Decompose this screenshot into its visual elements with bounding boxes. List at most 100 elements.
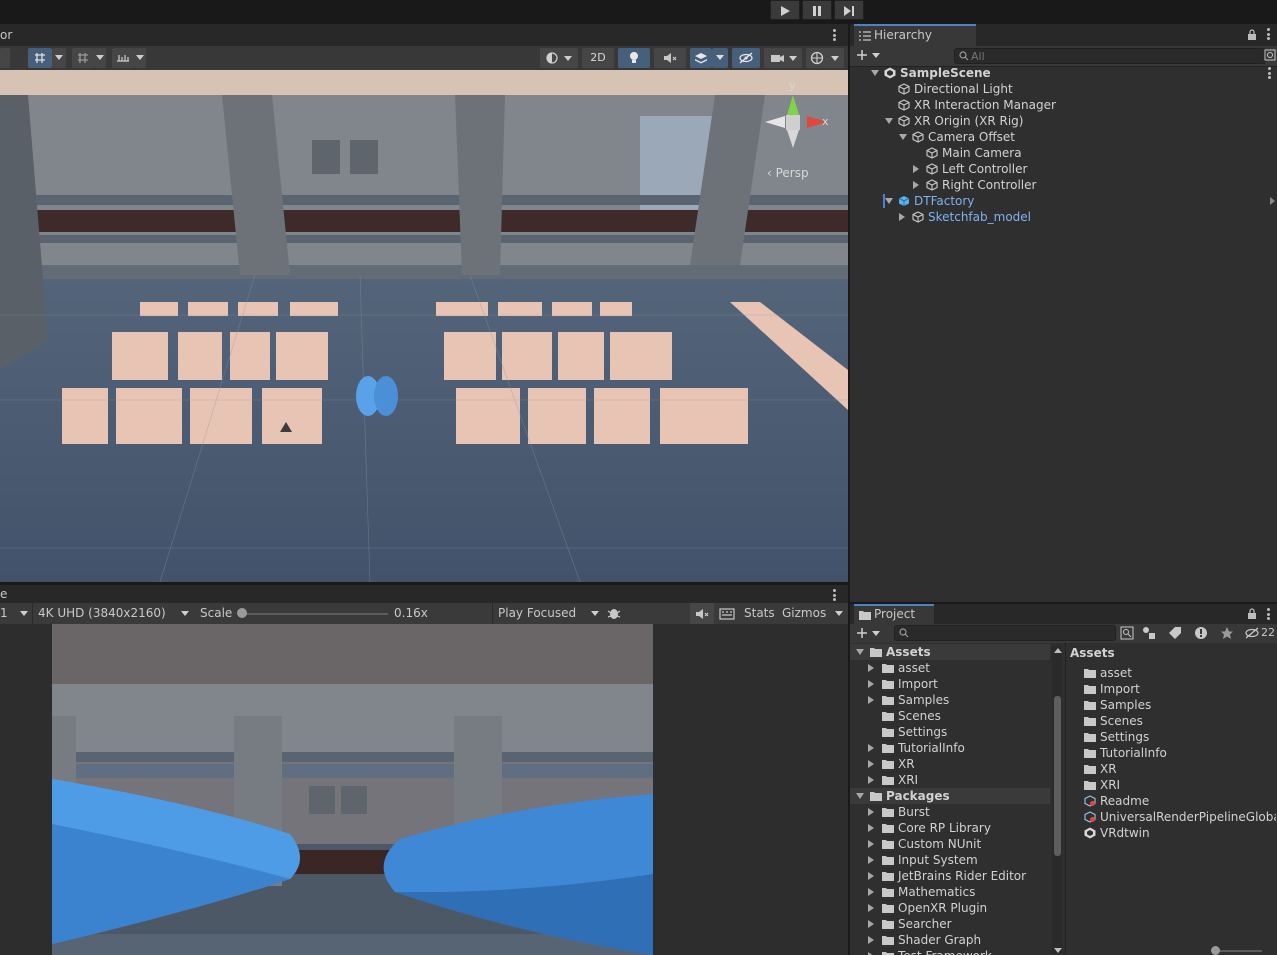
asset-item[interactable]: Import	[1084, 681, 1276, 697]
search-by-type-icon[interactable]	[1264, 49, 1276, 61]
project-tree-item[interactable]: Samples	[850, 692, 1050, 708]
expand-arrow-right-icon[interactable]	[868, 920, 874, 928]
hierarchy-menu-kebab-icon[interactable]	[1267, 28, 1270, 40]
project-search-input[interactable]	[895, 626, 1115, 641]
project-create-dropdown[interactable]	[856, 626, 882, 642]
hierarchy-item[interactable]: XR Origin (XR Rig)	[850, 113, 1277, 129]
project-tree-item[interactable]: Mathematics	[850, 884, 1050, 900]
expand-arrow-right-icon[interactable]	[899, 213, 905, 221]
expand-arrow-right-icon[interactable]	[868, 664, 874, 672]
expand-arrow-right-icon[interactable]	[868, 776, 874, 784]
project-menu-kebab-icon[interactable]	[1267, 608, 1270, 620]
effects-dropdown[interactable]	[712, 48, 728, 68]
expand-arrow-right-icon[interactable]	[868, 808, 874, 816]
project-tree-item[interactable]: Input System	[850, 852, 1050, 868]
project-tree-item[interactable]: Settings	[850, 724, 1050, 740]
scroll-down-icon[interactable]	[1054, 948, 1062, 954]
icon-size-slider-thumb[interactable]	[1211, 946, 1220, 955]
project-tree-scroll-thumb[interactable]	[1054, 696, 1061, 856]
expand-arrow-right-icon[interactable]	[868, 856, 874, 864]
asset-item[interactable]: Readme	[1084, 793, 1276, 809]
mute-audio-toggle[interactable]	[690, 603, 714, 624]
expand-arrow-right-icon[interactable]	[868, 744, 874, 752]
audio-toggle[interactable]	[654, 48, 686, 68]
2d-toggle-button[interactable]: 2D	[582, 48, 614, 68]
lock-icon[interactable]	[1247, 29, 1257, 40]
expand-arrow-down-icon[interactable]	[885, 118, 893, 124]
asset-item[interactable]: Samples	[1084, 697, 1276, 713]
grid-snap-toggle[interactable]	[28, 48, 52, 68]
expand-arrow-right-icon[interactable]	[913, 165, 919, 173]
display-dropdown[interactable]: 1	[0, 603, 30, 624]
label-tag-icon[interactable]	[1168, 626, 1182, 640]
asset-item[interactable]: Scenes	[1084, 713, 1276, 729]
asset-item[interactable]: XR	[1084, 761, 1276, 777]
expand-arrow-right-icon[interactable]	[868, 904, 874, 912]
project-tree-item[interactable]: JetBrains Rider Editor	[850, 868, 1050, 884]
expand-arrow-down-icon[interactable]	[856, 649, 864, 655]
expand-arrow-down-icon[interactable]	[871, 70, 879, 76]
asset-item[interactable]: asset	[1084, 665, 1276, 681]
game-tab-label[interactable]: e	[0, 587, 7, 601]
project-search[interactable]	[894, 625, 1116, 641]
scene-kebab-icon[interactable]	[1268, 67, 1271, 79]
hierarchy-item[interactable]: Directional Light	[850, 81, 1277, 97]
project-tree-item[interactable]: Packages	[850, 788, 1050, 804]
expand-arrow-down-icon[interactable]	[885, 198, 893, 204]
asset-item[interactable]: Settings	[1084, 729, 1276, 745]
hierarchy-item[interactable]: Main Camera	[850, 145, 1277, 161]
camera-settings-dropdown[interactable]	[764, 48, 802, 68]
effects-toggle[interactable]	[690, 48, 712, 68]
warning-circle-icon[interactable]	[1194, 626, 1208, 640]
hierarchy-item[interactable]: XR Interaction Manager	[850, 97, 1277, 113]
gizmos-chevron-down-icon[interactable]	[835, 611, 843, 617]
expand-arrow-right-icon[interactable]	[868, 824, 874, 832]
eye-hidden-icon[interactable]	[1244, 626, 1260, 640]
filter-by-type-icon[interactable]	[1142, 626, 1156, 640]
debug-toggle[interactable]	[606, 605, 626, 622]
gizmos-button[interactable]: Gizmos	[782, 606, 826, 620]
scene-tab[interactable]: or	[0, 24, 16, 46]
lock-icon[interactable]	[1247, 608, 1257, 619]
scene-visibility-toggle[interactable]	[732, 48, 760, 68]
hierarchy-search[interactable]	[954, 48, 1266, 64]
project-tree-item[interactable]: OpenXR Plugin	[850, 900, 1050, 916]
tool-dropdown-edge[interactable]	[0, 48, 10, 68]
hierarchy-search-input[interactable]	[955, 49, 1265, 64]
project-tree-item[interactable]: Test Framework	[850, 948, 1050, 955]
game-menu-kebab-icon[interactable]	[833, 589, 836, 601]
resolution-dropdown[interactable]: 4K UHD (3840x2160)	[32, 603, 192, 624]
hierarchy-item[interactable]: SampleScene	[850, 65, 1277, 81]
project-tree-item[interactable]: Searcher	[850, 916, 1050, 932]
search-window-icon[interactable]	[1120, 626, 1134, 640]
expand-arrow-down-icon[interactable]	[899, 134, 907, 140]
stats-button[interactable]: Stats	[744, 606, 775, 620]
project-tree-item[interactable]: Burst	[850, 804, 1050, 820]
scene-menu-kebab-icon[interactable]	[833, 29, 836, 41]
project-breadcrumb[interactable]: Assets	[1070, 646, 1115, 660]
play-mode-dropdown[interactable]: Play Focused	[492, 603, 602, 624]
project-tree-item[interactable]: Scenes	[850, 708, 1050, 724]
project-tree-item[interactable]: TutorialInfo	[850, 740, 1050, 756]
expand-arrow-right-icon[interactable]	[868, 696, 874, 704]
draw-mode-dropdown[interactable]	[540, 48, 578, 68]
project-tab[interactable]: Project	[854, 604, 934, 624]
expand-arrow-right-icon[interactable]	[868, 872, 874, 880]
project-tree-item[interactable]: Custom NUnit	[850, 836, 1050, 852]
expand-arrow-right-icon[interactable]	[868, 840, 874, 848]
project-tree-item[interactable]: Assets	[850, 644, 1050, 660]
project-tree-item[interactable]: XR	[850, 756, 1050, 772]
scroll-up-icon[interactable]	[1054, 648, 1062, 654]
grid-visibility-toggle[interactable]	[72, 48, 94, 68]
grid-dropdown[interactable]	[94, 48, 106, 68]
project-tree-item[interactable]: Core RP Library	[850, 820, 1050, 836]
expand-arrow-down-icon[interactable]	[856, 793, 864, 799]
scale-slider-track[interactable]	[240, 613, 388, 615]
scale-slider-thumb[interactable]	[237, 608, 247, 618]
project-tree-item[interactable]: Import	[850, 676, 1050, 692]
hierarchy-item[interactable]: DTFactory	[850, 193, 1277, 209]
expand-arrow-right-icon[interactable]	[868, 680, 874, 688]
project-tree-item[interactable]: Shader Graph	[850, 932, 1050, 948]
asset-item[interactable]: TutorialInfo	[1084, 745, 1276, 761]
scene-viewport[interactable]: y x ‹ Persp	[0, 70, 848, 582]
